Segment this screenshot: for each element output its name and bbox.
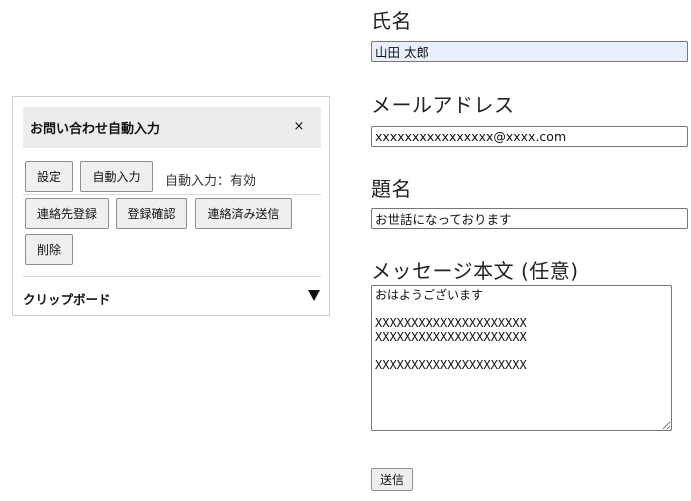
autofill-status: 自動入力：有効 bbox=[165, 174, 257, 189]
panel-divider bbox=[23, 276, 321, 277]
settings-button[interactable]: 設定 bbox=[25, 161, 73, 192]
message-textarea[interactable]: おはようございます XXXXXXXXXXXXXXXXXXXXX XXXXXXXX… bbox=[371, 285, 672, 431]
submit-button[interactable]: 送信 bbox=[371, 468, 413, 491]
panel-title: お問い合わせ自動入力 bbox=[30, 122, 161, 137]
name-label: 氏名 bbox=[371, 9, 412, 33]
clipboard-label: クリップボード bbox=[23, 292, 111, 307]
subject-label: 題名 bbox=[371, 177, 412, 201]
autofill-panel: お問い合わせ自動入力 × 設定 自動入力 自動入力：有効 連絡先登録 登録確認 … bbox=[12, 96, 330, 316]
confirm-registration-button[interactable]: 登録確認 bbox=[116, 198, 187, 229]
autofill-button[interactable]: 自動入力 bbox=[80, 161, 153, 192]
panel-divider bbox=[23, 194, 321, 195]
email-field[interactable] bbox=[371, 126, 688, 147]
close-button[interactable]: × bbox=[291, 119, 307, 135]
name-field[interactable] bbox=[371, 41, 688, 62]
subject-field[interactable] bbox=[371, 208, 688, 229]
send-contacted-button[interactable]: 連絡済み送信 bbox=[195, 198, 292, 229]
delete-button[interactable]: 削除 bbox=[25, 234, 73, 265]
triangle-down-icon[interactable] bbox=[306, 287, 322, 303]
panel-header: お問い合わせ自動入力 × bbox=[23, 107, 321, 148]
register-contact-button[interactable]: 連絡先登録 bbox=[25, 198, 109, 229]
message-label: メッセージ本文 (任意) bbox=[371, 259, 579, 283]
email-label: メールアドレス bbox=[371, 93, 515, 117]
